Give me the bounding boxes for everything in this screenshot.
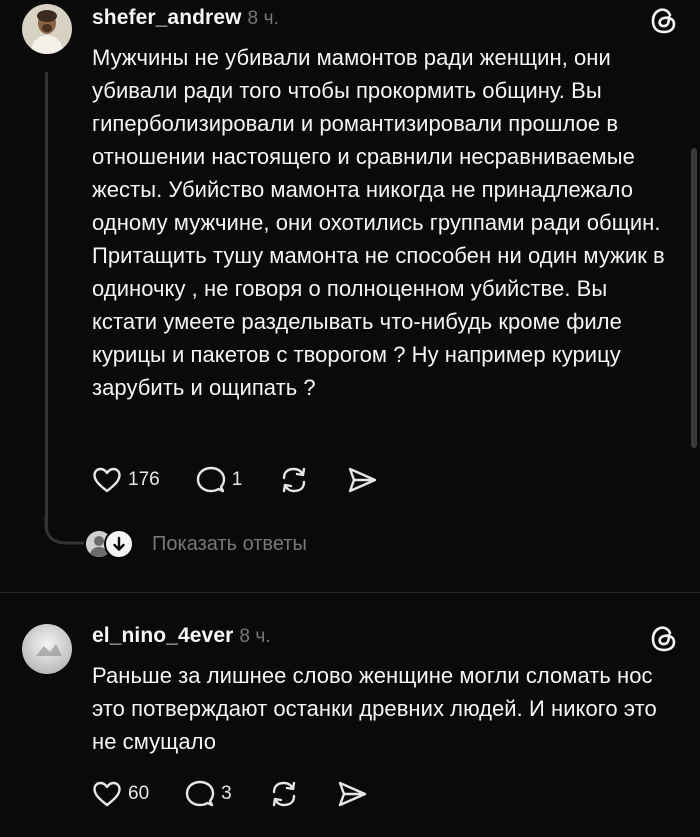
like-count: 60 <box>128 783 150 804</box>
threads-logo-icon[interactable] <box>648 622 680 654</box>
avatar[interactable] <box>22 624 72 674</box>
show-replies-row[interactable]: Показать ответы <box>84 529 307 559</box>
comment-count: 3 <box>221 783 232 804</box>
send-icon <box>338 781 366 807</box>
scrollbar[interactable] <box>691 148 697 448</box>
username[interactable]: shefer_andrew 8 ч. <box>92 6 279 30</box>
post-text: Мужчины не убивали мамонтов ради женщин,… <box>92 45 665 400</box>
thread-curve <box>44 515 84 545</box>
timestamp: 8 ч. <box>247 8 279 29</box>
like-count: 176 <box>128 469 160 490</box>
avatar[interactable] <box>22 4 72 54</box>
share-button[interactable] <box>346 465 378 495</box>
repost-icon <box>272 781 295 807</box>
action-bar: 60 3 <box>92 777 404 811</box>
comment-bubble-icon <box>196 466 225 493</box>
share-button[interactable] <box>336 779 368 809</box>
username-text[interactable]: el_nino_4ever <box>92 624 233 647</box>
post-divider <box>0 592 700 593</box>
username[interactable]: el_nino_4ever 8 ч. <box>92 624 271 648</box>
comment-count: 1 <box>231 469 243 490</box>
show-replies-link[interactable]: Показать ответы <box>152 533 307 556</box>
comment-bubble-icon <box>185 780 215 807</box>
repost-icon <box>283 467 306 493</box>
send-icon <box>349 467 377 493</box>
username-text[interactable]: shefer_andrew <box>92 6 242 29</box>
repost-button[interactable] <box>278 465 310 495</box>
comment-button[interactable]: 1 <box>196 465 243 495</box>
comment-button[interactable]: 3 <box>185 779 232 809</box>
action-bar: 176 1 <box>92 463 414 497</box>
like-button[interactable]: 60 <box>92 780 149 808</box>
post-text: Раньше за лишнее слово женщине могли сло… <box>92 663 657 754</box>
threads-logo-icon[interactable] <box>648 4 680 36</box>
thread-line <box>45 72 48 527</box>
heart-icon <box>93 467 121 493</box>
heart-icon <box>93 781 121 807</box>
expand-replies-icon[interactable] <box>104 529 134 559</box>
timestamp: 8 ч. <box>239 626 271 647</box>
repost-button[interactable] <box>268 779 300 809</box>
like-button[interactable]: 176 <box>92 466 160 494</box>
